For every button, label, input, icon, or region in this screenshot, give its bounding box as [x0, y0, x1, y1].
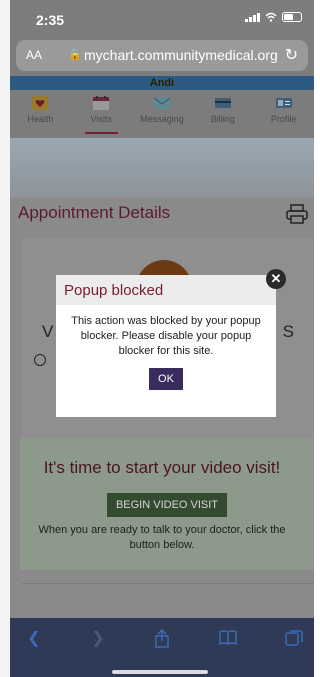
browser-address-bar: AA 🔒 mychart.communitymedical.org ↻	[10, 36, 314, 76]
video-visit-description: When you are ready to talk to your docto…	[38, 524, 286, 551]
tab-health[interactable]: Health	[10, 90, 71, 138]
tab-profile-label: Profile	[270, 114, 297, 124]
tab-visits[interactable]: Visits	[71, 90, 132, 138]
text-size-button[interactable]: AA	[26, 48, 42, 62]
id-card-icon	[275, 98, 292, 108]
hero-banner	[10, 138, 314, 198]
ok-button[interactable]: OK	[149, 368, 183, 390]
signal-icon	[245, 12, 260, 22]
tab-health-label: Health	[27, 114, 54, 124]
tab-billing-label: Billing	[210, 114, 235, 124]
battery-icon	[282, 12, 302, 22]
close-icon[interactable]: ✕	[266, 269, 286, 289]
begin-video-visit-button[interactable]: BEGIN VIDEO VISIT	[107, 493, 227, 517]
tab-messaging[interactable]: Messaging	[132, 90, 193, 138]
page-title: Appointment Details	[18, 203, 171, 222]
card-icon	[214, 98, 231, 108]
calendar-icon	[93, 96, 110, 110]
lock-icon: 🔒	[68, 49, 82, 61]
card-heading-left: V	[42, 322, 54, 341]
heart-icon	[32, 96, 49, 110]
tab-visits-label: Visits	[90, 114, 112, 124]
user-name-bar: Andi	[10, 76, 314, 90]
tab-billing[interactable]: Billing	[192, 90, 253, 138]
url-field[interactable]: AA 🔒 mychart.communitymedical.org ↻	[16, 40, 308, 71]
dialog-header: Popup blocked	[56, 275, 276, 305]
screen: 2:35 AA 🔒 mychart.communitymedical.org ↻…	[0, 0, 314, 677]
clock-time: 2:35	[36, 12, 65, 28]
tab-profile[interactable]: Profile	[253, 90, 314, 138]
share-icon[interactable]	[152, 628, 172, 648]
divider	[22, 583, 314, 584]
popup-blocked-dialog: Popup blocked This action was blocked by…	[56, 275, 276, 417]
status-bar: 2:35	[10, 0, 314, 36]
url-text[interactable]: mychart.communitymedical.org	[84, 47, 278, 63]
dialog-message: This action was blocked by your popup bl…	[71, 315, 261, 357]
reload-icon[interactable]: ↻	[285, 45, 298, 65]
nav-tabs: Health Visits Messaging Billing Profile	[10, 90, 314, 138]
system-indicators	[245, 12, 302, 22]
user-name: Andi	[149, 77, 175, 89]
envelope-icon	[153, 97, 170, 109]
tab-messaging-label: Messaging	[140, 114, 184, 124]
wifi-icon	[265, 12, 277, 22]
clock-icon	[34, 354, 46, 366]
back-icon[interactable]: ❮	[24, 628, 44, 648]
forward-icon[interactable]: ❯	[88, 628, 108, 648]
browser-toolbar: ❮ ❯	[10, 618, 314, 677]
bookmarks-icon[interactable]	[218, 628, 238, 648]
card-heading-right: S	[282, 322, 294, 341]
tabs-icon[interactable]	[284, 628, 304, 648]
print-icon[interactable]	[286, 204, 308, 224]
dialog-title: Popup blocked	[64, 282, 164, 299]
home-indicator[interactable]	[112, 670, 208, 674]
video-visit-title: It's time to start your video visit!	[43, 458, 281, 477]
